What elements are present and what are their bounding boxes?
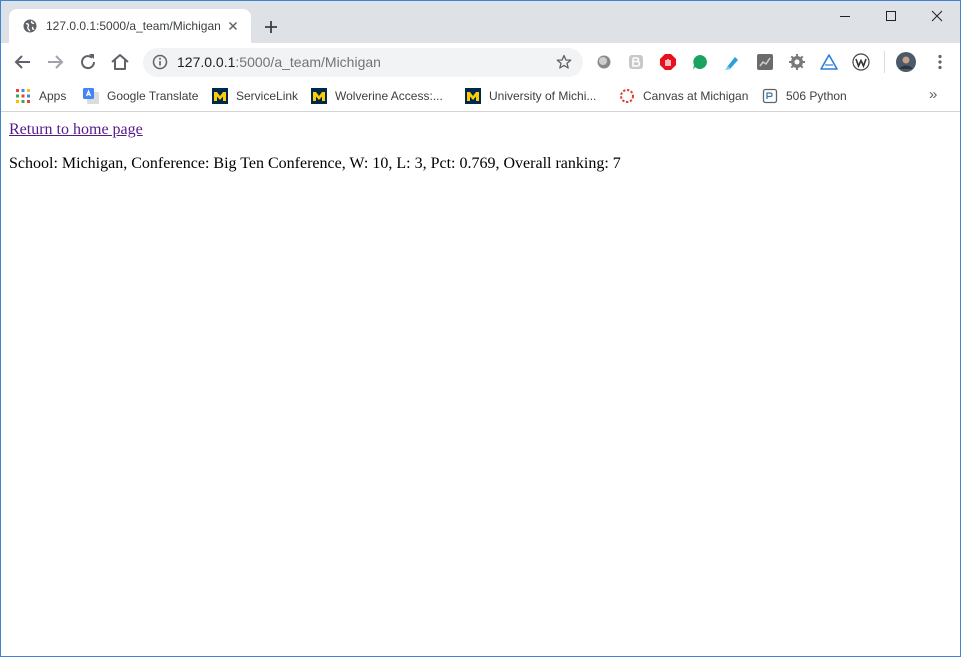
- w-extension-icon[interactable]: [852, 53, 870, 71]
- team-info-text: School: Michigan, Conference: Big Ten Co…: [9, 155, 621, 172]
- bookmark-apps[interactable]: Apps: [15, 85, 66, 107]
- python-page-icon: [762, 88, 778, 104]
- triangle-extension-icon[interactable]: [820, 53, 838, 71]
- bookmark-label: Apps: [39, 89, 67, 103]
- extension-b-icon[interactable]: [627, 53, 645, 71]
- bookmark-label: 506 Python: [786, 89, 847, 103]
- url-text[interactable]: 127.0.0.1:5000/a_team/Michigan: [177, 54, 381, 70]
- adblock-icon[interactable]: [659, 53, 677, 71]
- chart-extension-icon[interactable]: [756, 53, 774, 71]
- bookmark-google-translate[interactable]: Google Translate: [83, 85, 198, 107]
- new-tab-icon[interactable]: [261, 17, 281, 37]
- extension-grey-circle-icon[interactable]: [595, 53, 613, 71]
- reload-icon[interactable]: [76, 50, 100, 74]
- bookmark-star-icon[interactable]: [556, 54, 572, 70]
- highlighter-icon[interactable]: [723, 53, 741, 71]
- bookmarks-bar: Apps Google Translate ServiceLink Wolver…: [1, 81, 960, 112]
- bookmark-label: University of Michi...: [489, 89, 597, 103]
- maximize-icon: [886, 11, 896, 21]
- gear-extension-icon[interactable]: [788, 53, 806, 71]
- google-translate-icon: [83, 88, 99, 104]
- back-arrow-icon[interactable]: [11, 50, 35, 74]
- active-tab[interactable]: 127.0.0.1:5000/a_team/Michigan: [9, 9, 251, 43]
- toolbar-divider: [884, 51, 885, 73]
- block-m-icon: [465, 88, 481, 104]
- bookmark-university-of-michigan[interactable]: University of Michi...: [465, 85, 596, 107]
- bookmark-wolverine-access[interactable]: Wolverine Access:...: [311, 85, 443, 107]
- block-m-icon: [311, 88, 327, 104]
- menu-kebab-icon[interactable]: [931, 53, 949, 71]
- browser-window: 127.0.0.1:5000/a_team/Michigan 127.0.0.1…: [0, 0, 961, 657]
- minimize-button[interactable]: [822, 1, 868, 31]
- info-icon[interactable]: [152, 54, 168, 70]
- minimize-icon: [840, 16, 850, 17]
- bookmark-servicelink[interactable]: ServiceLink: [212, 85, 298, 107]
- bookmark-canvas[interactable]: Canvas at Michigan: [619, 85, 748, 107]
- page-content: Return to home page School: Michigan, Co…: [1, 112, 960, 656]
- tab-title: 127.0.0.1:5000/a_team/Michigan: [46, 19, 221, 33]
- bookmark-label: ServiceLink: [236, 89, 299, 103]
- tab-strip: 127.0.0.1:5000/a_team/Michigan: [1, 1, 960, 43]
- globe-icon: [23, 19, 37, 33]
- return-home-link[interactable]: Return to home page: [9, 121, 143, 139]
- close-window-button[interactable]: [914, 1, 960, 31]
- bookmark-label: Wolverine Access:...: [335, 89, 443, 103]
- canvas-icon: [620, 89, 634, 103]
- forward-arrow-icon[interactable]: [43, 50, 67, 74]
- bookmark-label: Google Translate: [107, 89, 199, 103]
- address-bar[interactable]: 127.0.0.1:5000/a_team/Michigan: [143, 48, 583, 77]
- bookmark-label: Canvas at Michigan: [643, 89, 749, 103]
- toolbar: 127.0.0.1:5000/a_team/Michigan: [1, 43, 960, 81]
- bookmark-506-python[interactable]: 506 Python: [762, 85, 847, 107]
- close-icon: [931, 10, 943, 22]
- apps-grid-icon: [16, 89, 30, 103]
- profile-avatar[interactable]: [896, 52, 916, 72]
- tab-close-icon[interactable]: [225, 18, 241, 34]
- home-icon[interactable]: [108, 50, 132, 74]
- bookmarks-overflow-chevron-icon[interactable]: »: [929, 86, 937, 103]
- extension-green-bubble-icon[interactable]: [691, 53, 709, 71]
- block-m-icon: [212, 88, 228, 104]
- maximize-button[interactable]: [868, 1, 914, 31]
